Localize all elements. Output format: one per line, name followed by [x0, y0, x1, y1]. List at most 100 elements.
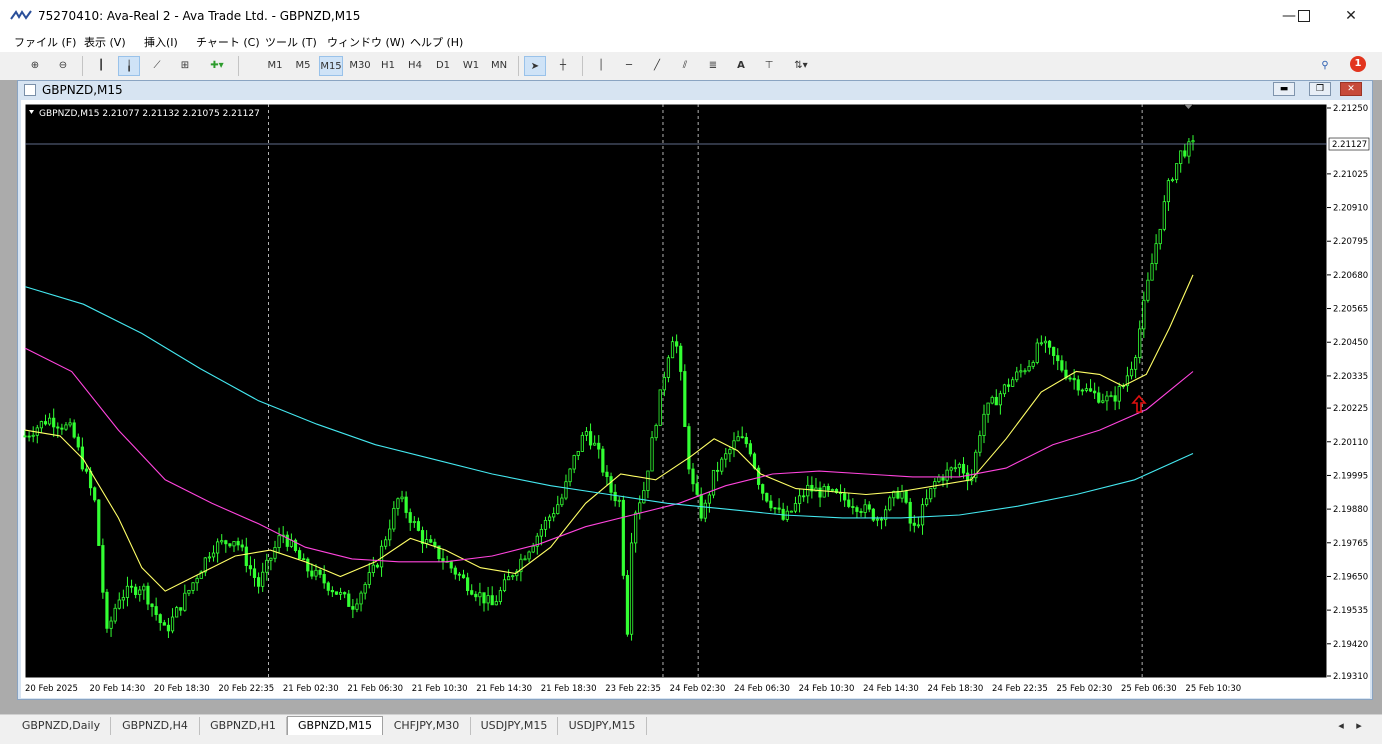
candle-body: [97, 499, 101, 546]
candle-body: [658, 389, 662, 426]
price-chart[interactable]: 2.21250 2.21025 2.20910 2.20795 2.20680 2.205…: [21, 100, 1370, 698]
zoom-in-icon[interactable]: ⊕: [24, 56, 46, 76]
candle-body: [1068, 377, 1072, 380]
candle-body: [1043, 340, 1048, 344]
chart-restore-button[interactable]: ❐: [1309, 82, 1331, 96]
candle-body: [1162, 201, 1166, 230]
candle-body: [1031, 362, 1035, 367]
candle-body: [478, 592, 482, 598]
timeframe-m5[interactable]: M5: [292, 56, 314, 76]
timeframe-m15[interactable]: M15: [319, 56, 343, 76]
crosshair-icon[interactable]: ┼: [552, 56, 574, 76]
horizontal-line-icon[interactable]: ─: [618, 56, 640, 76]
chart-area[interactable]: 2.21250 2.21025 2.20910 2.20795 2.20680 2.205…: [21, 100, 1370, 698]
x-tick-label: 21 Feb 06:30: [347, 684, 403, 694]
chart-window-title: GBPNZD,M15: [42, 83, 123, 97]
candle-body: [1191, 140, 1195, 143]
candle-body: [453, 567, 457, 575]
candle-body: [523, 558, 527, 561]
menu-bar: ファイル (F) 表示 (V) 挿入(I) チャート (C) ツール (T) ウ…: [0, 32, 1382, 52]
candle-body: [1006, 384, 1011, 387]
candle-body: [695, 483, 699, 495]
symbol-info: GBPNZD,M15 2.21077 2.21132 2.21075 2.211…: [39, 109, 260, 119]
menu-file[interactable]: ファイル (F): [14, 34, 76, 50]
menu-window[interactable]: ウィンドウ (W): [327, 34, 405, 50]
trendline-icon[interactable]: ╱: [646, 56, 668, 76]
equidistant-channel-icon[interactable]: ⫽: [674, 56, 696, 76]
current-price-label: 2.21127: [1332, 140, 1367, 150]
candle-body: [773, 507, 777, 510]
candle-body: [572, 455, 576, 470]
candle-body: [1097, 392, 1101, 403]
candle-body: [310, 570, 314, 577]
candle-body: [1015, 371, 1019, 381]
candle-body: [617, 499, 621, 502]
arrows-icon[interactable]: ⇅▾: [786, 56, 816, 76]
candle-body: [449, 561, 453, 569]
vertical-line-icon[interactable]: │: [590, 56, 612, 76]
tab-usdjpy-m15-2[interactable]: USDJPY,M15: [558, 717, 647, 735]
line-chart-icon[interactable]: ⟋: [146, 56, 168, 76]
fibonacci-icon[interactable]: ≣: [702, 56, 724, 76]
tab-gbpnzd-m15[interactable]: GBPNZD,M15: [287, 716, 383, 735]
search-icon[interactable]: ⚲: [1314, 56, 1336, 76]
candle-body: [1183, 150, 1187, 157]
candle-body: [39, 421, 43, 429]
candle-body: [134, 586, 138, 595]
menu-tools[interactable]: ツール (T): [265, 34, 317, 50]
candle-body: [367, 572, 371, 585]
candle-body: [531, 545, 535, 553]
candle-body: [929, 488, 933, 500]
candle-body: [162, 622, 166, 626]
tab-gbpnzd-h1[interactable]: GBPNZD,H1: [200, 717, 287, 735]
timeframe-m30[interactable]: M30: [348, 56, 372, 76]
menu-chart[interactable]: チャート (C): [196, 34, 260, 50]
timeframe-mn[interactable]: MN: [487, 56, 511, 76]
y-tick-label: 2.20565: [1333, 305, 1368, 315]
candlestick-chart-icon[interactable]: ╽: [118, 56, 140, 76]
tab-usdjpy-m15[interactable]: USDJPY,M15: [471, 717, 558, 735]
close-button[interactable]: ✕: [1328, 0, 1374, 32]
timeframe-h1[interactable]: H1: [377, 56, 399, 76]
candle-body: [638, 502, 642, 514]
candle-body: [707, 494, 712, 504]
candle-body: [1101, 400, 1105, 403]
candle-body: [543, 520, 548, 530]
tab-chfjpy-m30[interactable]: CHFJPY,M30: [383, 717, 471, 735]
candle-body: [629, 542, 634, 635]
text-tool-icon[interactable]: A: [730, 56, 752, 76]
candle-body: [220, 540, 224, 543]
timeframe-h4[interactable]: H4: [404, 56, 426, 76]
timeframe-m1[interactable]: M1: [264, 56, 286, 76]
candle-body: [457, 573, 462, 576]
candle-body: [138, 589, 142, 595]
tab-gbpnzd-h4[interactable]: GBPNZD,H4: [111, 717, 200, 735]
zoom-out-icon[interactable]: ⊖: [52, 56, 74, 76]
chart-minimize-button[interactable]: ▬: [1273, 82, 1295, 96]
menu-help[interactable]: ヘルプ (H): [410, 34, 463, 50]
menu-view[interactable]: 表示 (V): [84, 34, 126, 50]
chart-close-button[interactable]: ✕: [1340, 82, 1362, 96]
candle-body: [429, 539, 433, 543]
auto-scroll-icon[interactable]: ⊞: [174, 56, 196, 76]
timeframe-w1[interactable]: W1: [460, 56, 482, 76]
candle-body: [625, 575, 630, 635]
candle-body: [822, 486, 826, 498]
candle-body: [371, 564, 375, 573]
timeframe-d1[interactable]: D1: [432, 56, 454, 76]
candle-body: [375, 564, 380, 568]
text-label-icon[interactable]: ⊤: [758, 56, 780, 76]
cursor-icon[interactable]: ➤: [524, 56, 546, 76]
tab-scroll-right-icon[interactable]: ▸: [1352, 717, 1366, 735]
bar-chart-icon[interactable]: ┃: [90, 56, 112, 76]
add-indicator-icon[interactable]: ✚▾: [202, 56, 232, 76]
candle-body: [285, 534, 289, 547]
candle-body: [154, 606, 158, 615]
candle-body: [765, 492, 769, 502]
candle-body: [490, 595, 494, 606]
menu-insert[interactable]: 挿入(I): [144, 34, 178, 50]
notification-badge[interactable]: 1: [1350, 56, 1366, 72]
tab-scroll-left-icon[interactable]: ◂: [1334, 717, 1348, 735]
x-tick-label: 24 Feb 18:30: [928, 684, 984, 694]
tab-gbpnzd-daily[interactable]: GBPNZD,Daily: [12, 717, 111, 735]
